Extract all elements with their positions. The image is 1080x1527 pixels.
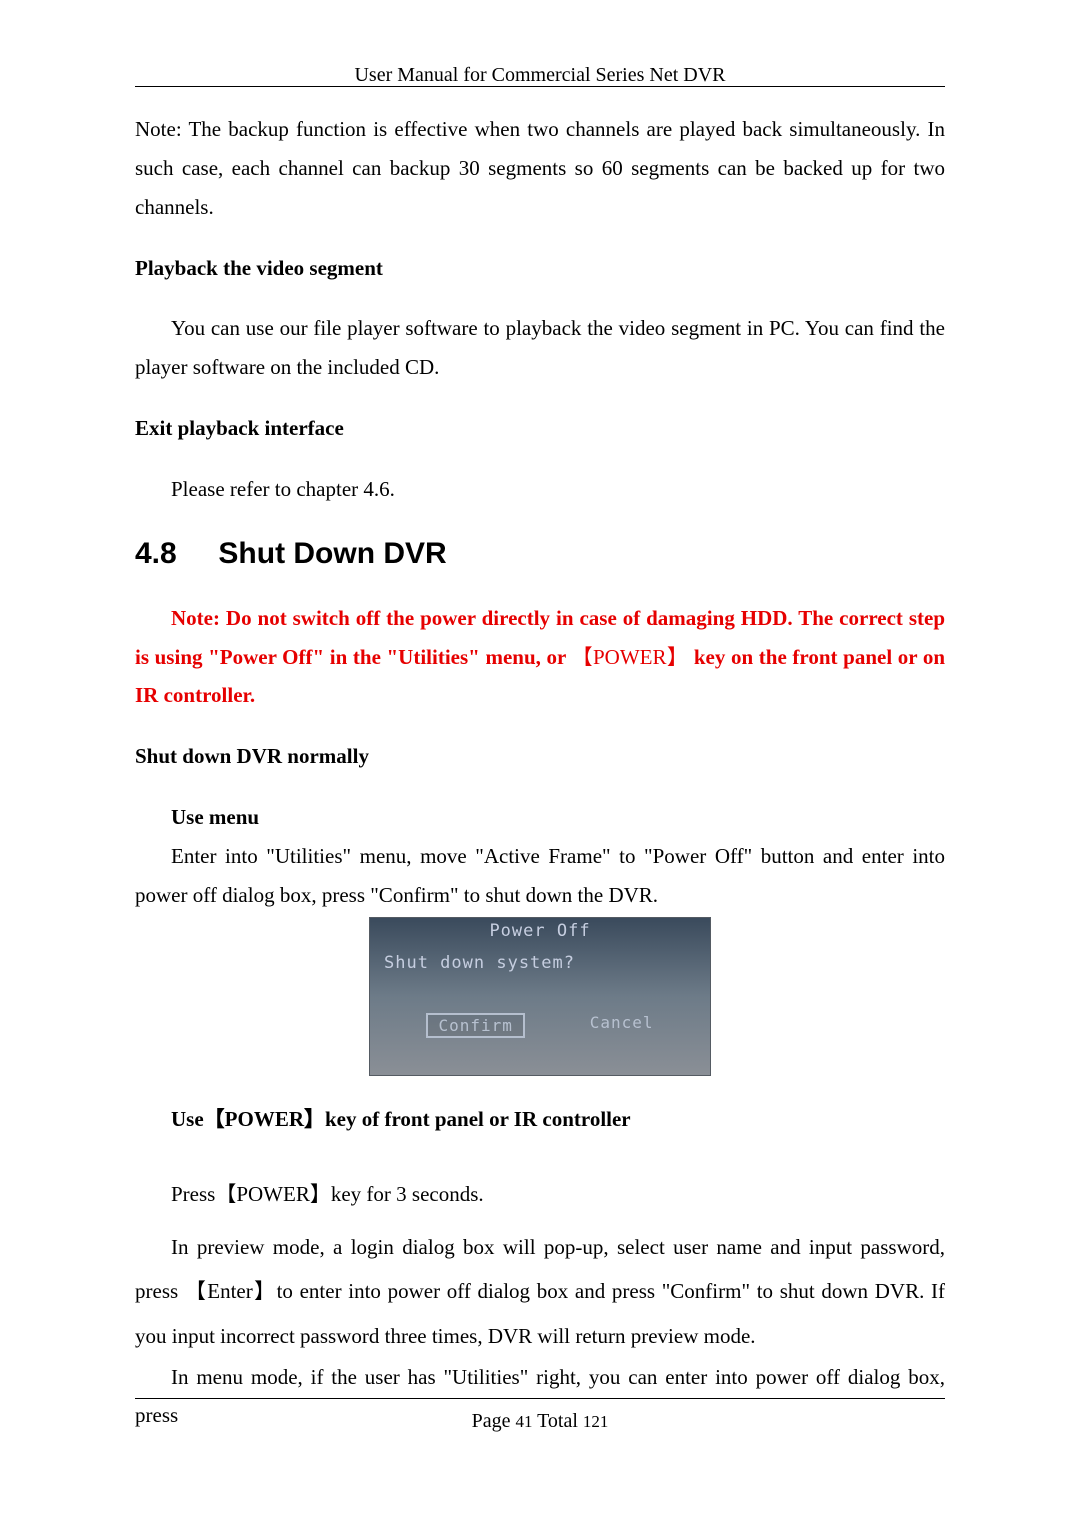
heading-use-menu: Use menu <box>135 798 945 837</box>
footer-total-num: 121 <box>583 1412 609 1431</box>
poweroff-dialog: Power Off Shut down system? Confirm Canc… <box>369 917 711 1076</box>
warning-note: Note: Do not switch off the power direct… <box>135 599 945 716</box>
confirm-button[interactable]: Confirm <box>426 1013 524 1038</box>
dialog-screenshot: Power Off Shut down system? Confirm Canc… <box>135 917 945 1076</box>
header-title: User Manual for Commercial Series Net DV… <box>354 64 725 86</box>
section-heading: 4.8 Shut Down DVR <box>135 537 945 571</box>
paragraph-use-menu: Enter into "Utilities" menu, move "Activ… <box>135 837 945 915</box>
warning-power-key: 【POWER】 <box>572 645 689 669</box>
heading-use-power-key: Use【POWER】key of front panel or IR contr… <box>135 1100 945 1139</box>
paragraph-exit: Please refer to chapter 4.6. <box>135 470 945 509</box>
footer-rule <box>135 1398 945 1399</box>
heading-exit-playback: Exit playback interface <box>135 409 945 448</box>
dialog-message: Shut down system? <box>370 941 710 973</box>
dialog-button-row: Confirm Cancel <box>370 1013 710 1038</box>
footer-page-label: Page <box>472 1410 511 1432</box>
dialog-title: Power Off <box>370 918 710 941</box>
section-title-text: Shut Down DVR <box>218 537 446 570</box>
paragraph-preview-mode: In preview mode, a login dialog box will… <box>135 1225 945 1357</box>
page-header: User Manual for Commercial Series Net DV… <box>135 64 945 87</box>
paragraph-playback: You can use our file player software to … <box>135 309 945 387</box>
heading-shutdown-normally: Shut down DVR normally <box>135 737 945 776</box>
header-rule <box>135 86 945 87</box>
heading-playback-segment: Playback the video segment <box>135 249 945 288</box>
section-number: 4.8 <box>135 537 177 570</box>
footer-total-label: Total <box>537 1410 578 1432</box>
page-content: Note: The backup function is effective w… <box>135 110 945 1357</box>
page-footer: Page 41 Total 121 <box>135 1410 945 1433</box>
page: User Manual for Commercial Series Net DV… <box>0 0 1080 1527</box>
cancel-button[interactable]: Cancel <box>590 1013 654 1038</box>
paragraph-press-power: Press【POWER】key for 3 seconds. <box>135 1175 945 1214</box>
footer-page-num: 41 <box>515 1412 532 1431</box>
note-backup: Note: The backup function is effective w… <box>135 110 945 227</box>
